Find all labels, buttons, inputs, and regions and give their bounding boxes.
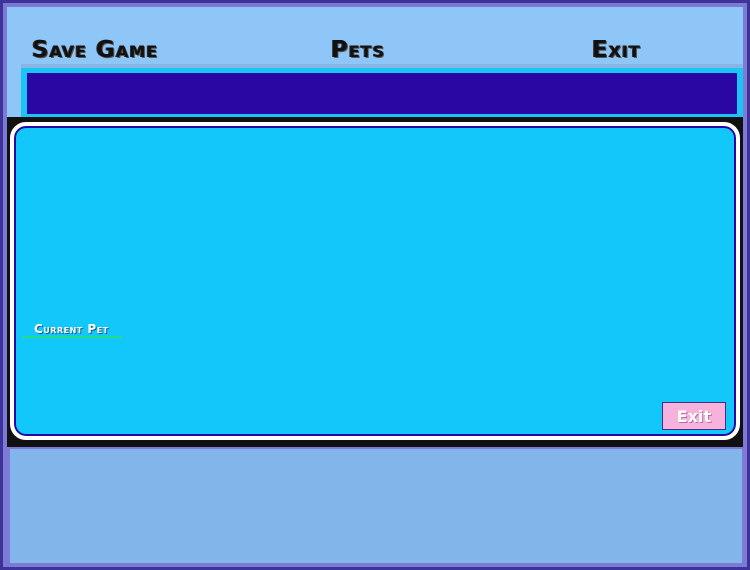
top-menu-panel: Save Game Pets Exit [7,7,743,120]
current-pet-label: Current Pet [34,322,109,336]
status-bar-display [27,73,737,114]
exit-button[interactable]: Exit [662,402,726,430]
current-pet-underline [22,336,122,338]
main-game-panel: Current Pet Exit [10,122,740,440]
status-bar [21,68,743,120]
pets-menu-item[interactable]: Pets [331,37,385,63]
bottom-panel [10,449,742,563]
save-game-menu-item[interactable]: Save Game [32,37,158,63]
exit-menu-item[interactable]: Exit [592,37,641,63]
